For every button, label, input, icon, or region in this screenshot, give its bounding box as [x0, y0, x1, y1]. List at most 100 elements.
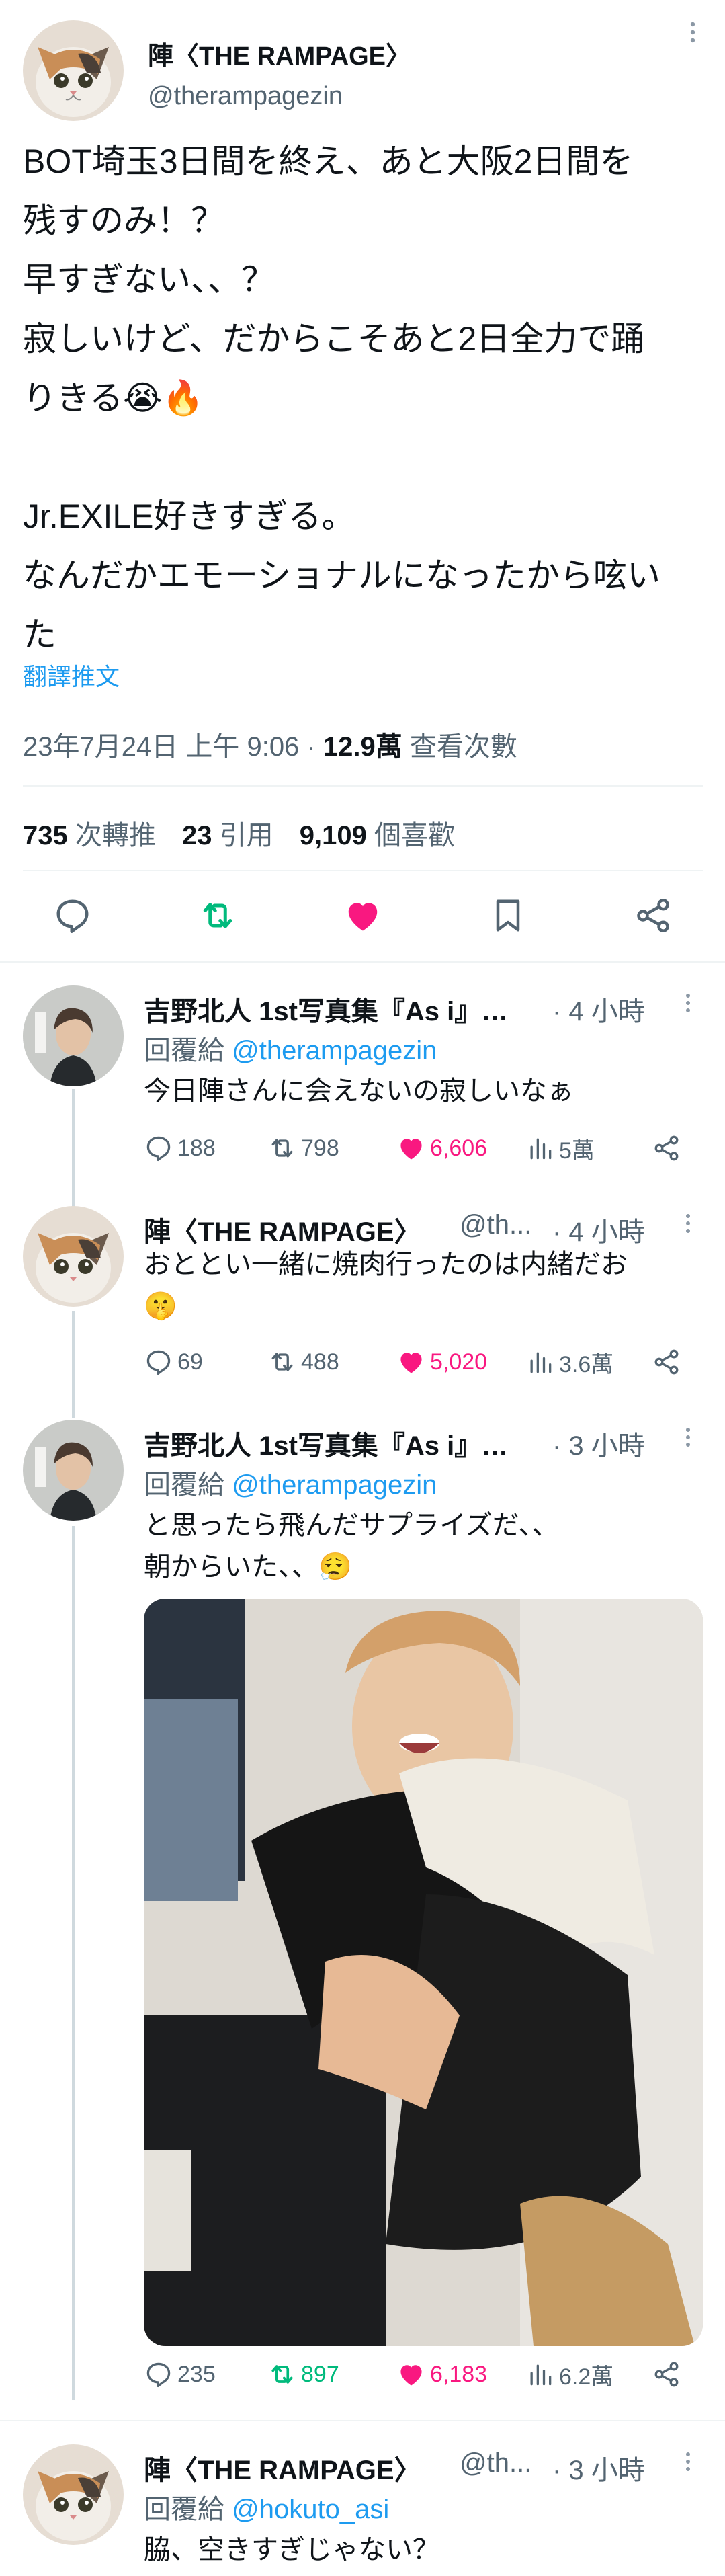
reply-to-mention[interactable]: @therampagezin [232, 1470, 437, 1500]
likes-count: 9,109 [299, 821, 367, 850]
bookmark-icon[interactable] [488, 895, 528, 936]
reply-avatar[interactable] [23, 2444, 124, 2545]
reply-actions: 188 798 6,606 5萬 [144, 1128, 701, 1168]
reply-tweet[interactable]: 陣〈THE RAMPAGE〉 @th... · 4 小時 おととい一緒に焼肉行っ… [0, 1206, 725, 1408]
reply-to-line: 回覆給 @therampagezin [144, 1029, 437, 1068]
reply-tweet[interactable]: 吉野北人 1st写真集『As i』… · 4 小時 回覆給 @therampag… [0, 985, 725, 1187]
reply-count: 188 [177, 1135, 216, 1161]
retweet-button[interactable]: 897 [267, 2354, 339, 2394]
author-avatar[interactable] [23, 20, 124, 121]
views-label: 查看次數 [402, 732, 517, 762]
share-icon[interactable] [652, 2354, 681, 2394]
reply-avatar[interactable] [23, 1420, 124, 1521]
views-button[interactable]: 6.2萬 [525, 2354, 613, 2394]
reply-time[interactable]: · 3 小時 [552, 1424, 645, 1463]
heart-icon[interactable] [343, 895, 383, 936]
reply-button[interactable]: 235 [144, 2354, 216, 2394]
reply-count: 69 [177, 1349, 203, 1375]
like-button[interactable]: 6,606 [396, 1128, 487, 1168]
reply-photo[interactable] [144, 1599, 703, 2346]
retweet-button[interactable]: 488 [267, 1342, 339, 1382]
retweets-stat[interactable]: 735 次轉推 [23, 821, 156, 850]
reply-icon[interactable] [52, 895, 93, 936]
likes-label: 個喜歡 [374, 821, 455, 850]
reply-author-name[interactable]: 陣〈THE RAMPAGE〉 [144, 2448, 421, 2487]
author-name[interactable]: 陣〈THE RAMPAGE〉 [148, 35, 411, 72]
retweet-button[interactable]: 798 [267, 1128, 339, 1168]
tweet-meta: 23年7月24日 上午 9:06 · 12.9萬 查看次數 [23, 725, 517, 764]
more-icon[interactable] [684, 1213, 692, 1237]
share-icon[interactable] [652, 1342, 681, 1382]
translate-tweet-link[interactable]: 翻譯推文 [23, 657, 120, 692]
views-icon [530, 1138, 552, 1160]
reply-button[interactable]: 188 [144, 1128, 216, 1168]
reply-text: おととい一緒に焼肉行ったのは内緒だお 🤫 [144, 1250, 628, 1321]
reply-time[interactable]: · 4 小時 [552, 990, 645, 1029]
reply-author-name[interactable]: 吉野北人 1st写真集『As i』… [144, 990, 508, 1029]
heart-icon [400, 1353, 422, 1373]
more-icon[interactable] [684, 1426, 692, 1451]
share-icon[interactable] [652, 1128, 681, 1168]
like-button[interactable]: 5,020 [396, 1342, 487, 1382]
reply-to-prefix: 回覆給 [144, 2495, 232, 2524]
like-count: 5,020 [430, 1349, 488, 1375]
retweet-icon [271, 1353, 293, 1371]
quotes-label: 引用 [219, 821, 273, 850]
quotes-stat[interactable]: 23 引用 [182, 821, 273, 850]
share-icon[interactable] [633, 895, 673, 936]
views-count: 6.2萬 [559, 2364, 614, 2390]
more-icon[interactable] [684, 2451, 692, 2475]
tweet-actions [23, 887, 703, 948]
reply-text: 今日陣さんに会えないの寂しいなぁ [144, 1076, 574, 1106]
reply-text: 脇、空きすぎじゃない？ [144, 2535, 439, 2565]
reply-to-prefix: 回覆給 [144, 1470, 232, 1500]
reply-tweet[interactable]: 陣〈THE RAMPAGE〉 @th... · 3 小時 回覆給 @hokuto… [0, 2444, 725, 2576]
quotes-count: 23 [182, 821, 212, 850]
views-button[interactable]: 5萬 [525, 1128, 595, 1168]
likes-stat[interactable]: 9,109 個喜歡 [300, 821, 455, 850]
reply-to-line: 回覆給 @therampagezin [144, 1463, 437, 1502]
retweet-icon [271, 1139, 293, 1158]
reply-count: 235 [177, 2361, 216, 2387]
views-button[interactable]: 3.6萬 [525, 1342, 613, 1382]
more-icon[interactable] [684, 992, 692, 1016]
views-count: 5萬 [559, 1137, 595, 1164]
reply-author-handle[interactable]: @th... [460, 2448, 531, 2479]
tweet-text: BOT埼玉3日間を終え、あと大阪2日間を 残すのみ！？ 早すぎない、、？ 寂しい… [23, 143, 660, 653]
retweet-icon [271, 2365, 293, 2384]
tweet-timestamp[interactable]: 23年7月24日 上午 9:06 [23, 732, 299, 762]
divider [23, 785, 703, 787]
reply-time[interactable]: · 3 小時 [552, 2448, 645, 2487]
reply-to-mention[interactable]: @therampagezin [232, 1036, 437, 1065]
meta-separator: · [299, 732, 323, 762]
divider [0, 2420, 725, 2421]
reply-to-line: 回覆給 @hokuto_asi [144, 2487, 389, 2526]
views-icon [530, 1352, 552, 1373]
retweet-count: 798 [301, 1135, 339, 1161]
reply-avatar[interactable] [23, 1206, 124, 1307]
divider [0, 961, 725, 963]
author-handle[interactable]: @therampagezin [148, 82, 343, 111]
reply-actions: 69 488 5,020 3.6萬 [144, 1342, 701, 1382]
reply-icon [146, 1350, 171, 1375]
reply-avatar[interactable] [23, 985, 124, 1086]
reply-author-handle[interactable]: @th... [460, 1210, 531, 1240]
retweet-count: 488 [301, 1349, 339, 1375]
divider [23, 870, 703, 871]
retweets-count: 735 [23, 821, 68, 850]
reply-actions: 235 897 6,183 6.2萬 [144, 2354, 701, 2394]
views-count: 3.6萬 [559, 1351, 614, 1377]
reply-author-name[interactable]: 吉野北人 1st写真集『As i』… [144, 1424, 508, 1463]
main-tweet-header: 陣〈THE RAMPAGE〉 @therampagezin [23, 20, 701, 121]
heart-icon [400, 1139, 422, 1160]
tweet-stats: 735 次轉推 23 引用 9,109 個喜歡 [23, 813, 455, 852]
reply-to-mention[interactable]: @hokuto_asi [232, 2495, 389, 2524]
retweet-count: 897 [301, 2361, 339, 2387]
views-icon [530, 2364, 552, 2386]
heart-icon [400, 2365, 422, 2386]
retweet-icon[interactable] [198, 895, 238, 936]
reply-button[interactable]: 69 [144, 1342, 203, 1382]
like-button[interactable]: 6,183 [396, 2354, 487, 2394]
reply-icon [146, 1136, 171, 1162]
more-icon[interactable] [688, 20, 697, 47]
